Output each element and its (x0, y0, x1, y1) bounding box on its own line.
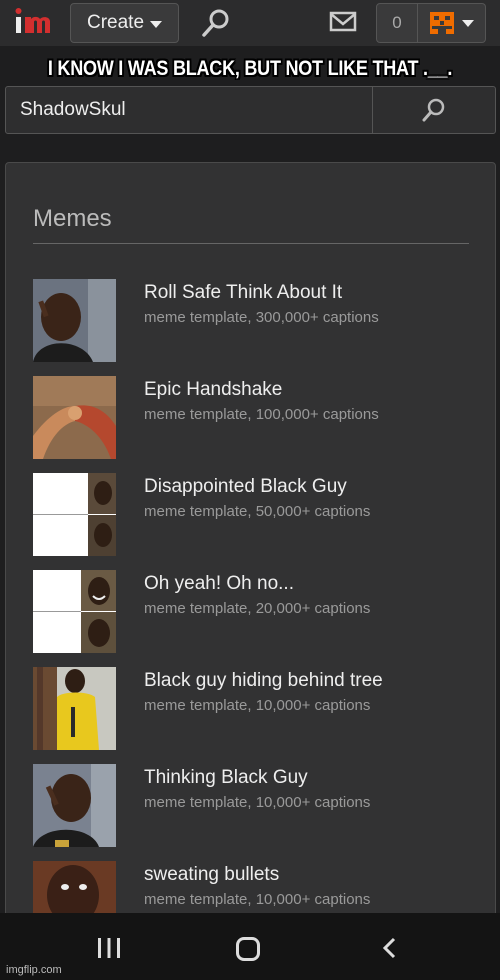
recent-apps-icon[interactable] (97, 937, 121, 959)
home-icon[interactable] (236, 937, 260, 961)
meme-template-item[interactable]: Oh yeah! Oh no... meme template, 20,000+… (33, 570, 473, 654)
item-subtitle: meme template, 10,000+ captions (144, 697, 371, 714)
results-panel: Memes Roll Safe Think About It meme temp… (5, 162, 496, 944)
item-subtitle: meme template, 100,000+ captions (144, 406, 379, 423)
divider (33, 243, 469, 244)
imgflip-logo[interactable] (14, 6, 56, 40)
meme-caption: I KNOW I WAS BLACK, BUT NOT LIKE THAT ._… (47, 57, 453, 80)
meme-template-item[interactable]: Thinking Black Guy meme template, 10,000… (33, 764, 473, 848)
meme-template-item[interactable]: Roll Safe Think About It meme template, … (33, 279, 473, 363)
item-name[interactable]: Oh yeah! Oh no... (144, 573, 294, 595)
meme-thumbnail-roll-safe[interactable] (33, 279, 116, 362)
search-icon[interactable] (198, 6, 234, 40)
search-icon (422, 98, 445, 122)
android-nav-bar (0, 913, 500, 980)
meme-template-item[interactable]: Epic Handshake meme template, 100,000+ c… (33, 376, 473, 460)
meme-thumbnail-disappointed-black-guy[interactable] (33, 473, 116, 556)
meme-thumbnail-epic-handshake[interactable] (33, 376, 116, 459)
user-avatar-icon (429, 12, 454, 34)
search-bar (5, 86, 496, 134)
item-subtitle: meme template, 10,000+ captions (144, 794, 371, 811)
meme-template-item[interactable]: Disappointed Black Guy meme template, 50… (33, 473, 473, 557)
item-name[interactable]: Black guy hiding behind tree (144, 670, 383, 692)
item-subtitle: meme template, 20,000+ captions (144, 600, 371, 617)
meme-template-item[interactable]: Black guy hiding behind tree meme templa… (33, 667, 473, 751)
page: Create 0 I KNOW I WAS BLACK, BUT NOT LIK… (0, 0, 500, 980)
chevron-down-icon (150, 20, 163, 28)
mail-icon[interactable] (329, 10, 357, 34)
notification-count-button[interactable]: 0 (376, 3, 418, 43)
item-name[interactable]: Thinking Black Guy (144, 767, 308, 789)
item-subtitle: meme template, 300,000+ captions (144, 309, 379, 326)
create-button[interactable]: Create (70, 3, 179, 43)
create-button-label: Create (86, 12, 145, 33)
item-name[interactable]: sweating bullets (144, 864, 279, 886)
item-name[interactable]: Disappointed Black Guy (144, 476, 347, 498)
item-subtitle: meme template, 10,000+ captions (144, 891, 371, 908)
meme-thumbnail-thinking-black-guy[interactable] (33, 764, 116, 847)
meme-thumbnail-oh-yeah-oh-no[interactable] (33, 570, 116, 653)
meme-thumbnail-hiding-behind-tree[interactable] (33, 667, 116, 750)
chevron-down-icon (461, 19, 474, 27)
back-icon[interactable] (381, 937, 397, 959)
item-name[interactable]: Roll Safe Think About It (144, 282, 342, 304)
section-title: Memes (33, 205, 112, 232)
notification-count: 0 (392, 13, 402, 32)
item-name[interactable]: Epic Handshake (144, 379, 282, 401)
search-button[interactable] (372, 87, 495, 133)
watermark: imgflip.com (6, 964, 62, 976)
user-menu-button[interactable] (418, 3, 486, 43)
top-nav-bar: Create 0 (0, 0, 500, 46)
item-subtitle: meme template, 50,000+ captions (144, 503, 371, 520)
search-input[interactable] (6, 87, 372, 133)
